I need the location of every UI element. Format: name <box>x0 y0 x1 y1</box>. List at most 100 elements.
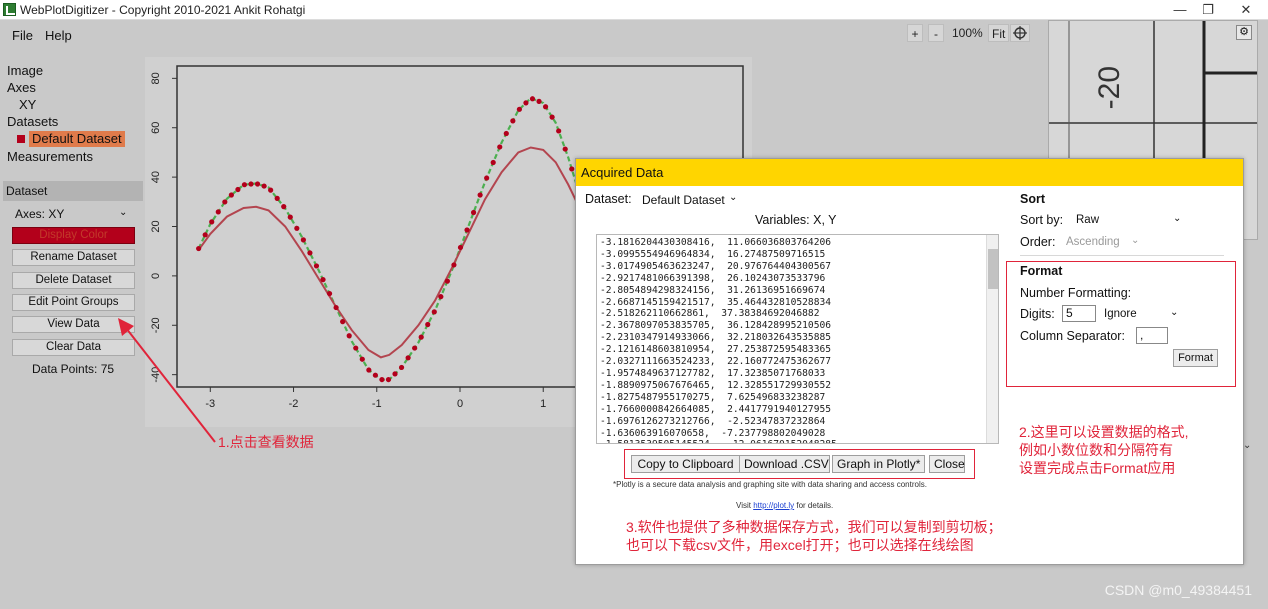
sidebar-image[interactable]: Image <box>7 63 43 78</box>
x-tick-label: -2 <box>289 398 299 410</box>
axes-select[interactable]: Axes: XY <box>15 207 64 221</box>
data-point <box>451 262 457 268</box>
fit-button[interactable]: Fit <box>988 24 1010 42</box>
data-point <box>241 182 248 188</box>
data-point <box>379 376 385 383</box>
data-lines: -3.1816204430308416, 11.066036803764206-… <box>600 237 837 443</box>
order-chevron-icon[interactable]: ⌄ <box>1131 235 1139 246</box>
menu-file[interactable]: File <box>12 28 33 43</box>
dataset-select-chevron-icon[interactable]: ⌄ <box>729 192 737 203</box>
data-point <box>536 98 542 104</box>
annotation-arrow <box>118 318 216 443</box>
side-chevron-icon[interactable]: ⌄ <box>1243 440 1251 451</box>
data-point <box>392 371 398 377</box>
data-line: -1.6976126273212766, -2.52347837232864 <box>600 415 826 427</box>
data-point <box>562 146 568 152</box>
order-select[interactable]: Ascending <box>1066 236 1120 248</box>
data-line: -2.2310347914933066, 32.218032643535885 <box>600 332 832 344</box>
sidebar-default-dataset[interactable]: Default Dataset <box>29 131 125 147</box>
y-tick-label: 20 <box>150 220 162 232</box>
data-line: -3.0995554946964834, 16.27487509716515 <box>600 248 826 260</box>
delete-dataset-button[interactable]: Delete Dataset <box>12 272 135 289</box>
dataset-select[interactable]: Default Dataset <box>642 193 725 207</box>
data-line: -2.3678097053835705, 36.128428995210506 <box>600 320 832 332</box>
y-tick-label: 80 <box>150 72 162 84</box>
zoom-level: 100% <box>952 26 983 40</box>
data-point <box>326 290 333 297</box>
axes-select-chevron-icon[interactable]: ⌄ <box>119 207 127 218</box>
data-point <box>569 166 575 172</box>
acquired-data-dialog: Acquired Data Dataset: Default Dataset ⌄… <box>575 158 1244 565</box>
data-line: -2.9217481066391398, 26.10243073533796 <box>600 272 826 284</box>
data-point <box>431 309 437 315</box>
gear-icon[interactable]: ⚙ <box>1236 25 1252 40</box>
format-highlight-box <box>1006 261 1236 387</box>
data-textarea[interactable]: -3.1816204430308416, 11.066036803764206-… <box>596 234 999 444</box>
order-label: Order: <box>1020 235 1056 249</box>
data-line: -2.518262110662861, 37.38384692046882 <box>600 308 820 320</box>
digits-input[interactable]: 5 <box>1062 305 1096 322</box>
data-point <box>503 130 509 137</box>
maximize-button[interactable]: ❐ <box>1191 0 1225 20</box>
sidebar-axes-xy[interactable]: XY <box>19 97 36 112</box>
data-point <box>333 304 339 311</box>
data-point <box>385 376 392 383</box>
scroll-thumb[interactable] <box>988 249 998 289</box>
data-point <box>556 128 562 134</box>
rename-dataset-button[interactable]: Rename Dataset <box>12 249 135 266</box>
visit-suffix: for details. <box>796 501 834 510</box>
data-point <box>353 345 359 351</box>
data-point <box>320 277 326 283</box>
plotly-link[interactable]: http://plot.ly <box>753 501 794 510</box>
crosshair-icon[interactable] <box>1010 24 1030 42</box>
column-separator-label: Column Separator: <box>1020 329 1125 343</box>
zoom-out-button[interactable]: - <box>928 24 944 42</box>
digits-mode-select[interactable]: Ignore <box>1104 308 1137 320</box>
zoom-preview-label: -20 <box>1093 66 1126 109</box>
zoom-in-button[interactable]: + <box>907 24 923 42</box>
annotation-2: 2.这里可以设置数据的格式, 例如小数位数和分隔符有 设置完成点击Format应… <box>1019 423 1189 477</box>
data-point <box>261 183 267 189</box>
sort-by-chevron-icon[interactable]: ⌄ <box>1173 213 1181 224</box>
data-point <box>418 334 424 340</box>
data-line: -2.1216148603810954, 27.253872595483365 <box>600 344 832 356</box>
y-tick-label: 0 <box>150 273 162 279</box>
data-point <box>477 192 483 198</box>
sidebar-datasets[interactable]: Datasets <box>7 114 58 129</box>
data-point <box>470 209 477 216</box>
data-point <box>464 227 470 233</box>
annotation-2-line1: 2.这里可以设置数据的格式, <box>1019 424 1189 440</box>
edit-point-groups-button[interactable]: Edit Point Groups <box>12 294 135 311</box>
data-point <box>438 294 444 300</box>
format-button[interactable]: Format <box>1173 349 1218 367</box>
data-point <box>529 96 536 102</box>
x-tick-label: 0 <box>457 398 463 410</box>
menu-help[interactable]: Help <box>45 28 72 43</box>
data-point <box>484 175 490 181</box>
x-tick-label: -1 <box>372 398 382 410</box>
format-title: Format <box>1020 264 1063 278</box>
data-point <box>202 232 208 238</box>
sidebar-axes[interactable]: Axes <box>7 80 36 95</box>
data-points-count: Data Points: 75 <box>32 362 115 376</box>
sidebar-measurements[interactable]: Measurements <box>7 149 93 164</box>
close-window-button[interactable]: ✕ <box>1229 0 1263 20</box>
data-point <box>425 321 431 328</box>
sort-by-select[interactable]: Raw <box>1076 214 1099 226</box>
window-title: WebPlotDigitizer - Copyright 2010-2021 A… <box>20 3 306 17</box>
data-point <box>405 355 411 361</box>
data-point <box>287 214 293 220</box>
data-point <box>307 250 313 256</box>
data-point <box>222 199 228 205</box>
data-line: -2.6687145159421517, 35.464432810528834 <box>600 296 832 308</box>
annotation-3-line1: 3.软件也提供了多种数据保存方式，我们可以复制到剪切板； <box>626 519 1002 535</box>
number-formatting-label: Number Formatting: <box>1020 286 1132 300</box>
data-point <box>346 333 352 339</box>
column-separator-input[interactable]: , <box>1136 327 1168 344</box>
display-color-button[interactable]: Display Color <box>12 227 135 244</box>
data-point <box>248 181 254 187</box>
digits-mode-chevron-icon[interactable]: ⌄ <box>1170 307 1178 318</box>
data-point <box>268 187 274 193</box>
textarea-scrollbar[interactable] <box>986 235 998 443</box>
data-point <box>516 106 522 112</box>
